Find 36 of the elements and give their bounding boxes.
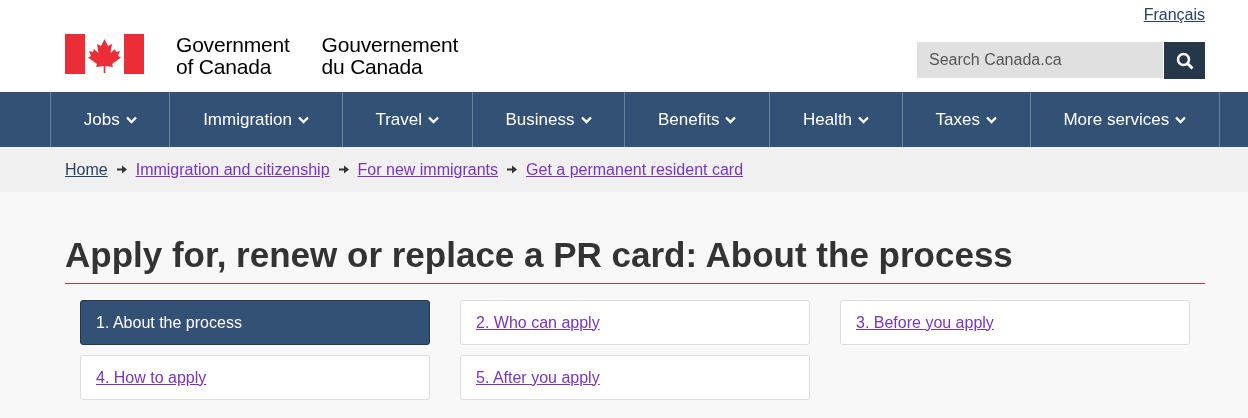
wordmark-french: Gouvernement du Canada [321, 34, 459, 78]
caret-icon [580, 115, 592, 124]
menu-label: Taxes [935, 109, 980, 130]
search-icon [1175, 51, 1194, 70]
step-link[interactable]: 1. About the process [80, 300, 430, 345]
caret-icon [297, 115, 309, 124]
search-field[interactable]: Search Canada.ca [917, 42, 1163, 78]
step-link[interactable]: 3. Before you apply [840, 300, 1190, 345]
page-title: Apply for, renew or replace a PR card: About the process [65, 235, 1205, 284]
menu-label: Benefits [658, 109, 720, 130]
arrow-icon [507, 165, 518, 174]
menu-label: Health [802, 109, 853, 130]
breadcrumb-link[interactable]: Get a permanent resident card [526, 160, 744, 179]
menu-label: Jobs [83, 109, 120, 130]
menu-label: Immigration [203, 109, 292, 130]
step-link[interactable]: 5. After you apply [460, 355, 810, 400]
menu-label: More services [1063, 109, 1170, 130]
step-link[interactable]: 4. How to apply [80, 355, 430, 400]
arrow-icon [338, 165, 349, 174]
breadcrumb-link[interactable]: Immigration and citizenship [135, 160, 330, 179]
caret-icon [125, 115, 137, 124]
breadcrumb-link[interactable]: For new immigrants [357, 160, 499, 179]
search-button[interactable] [1164, 42, 1205, 79]
caret-icon [1175, 115, 1187, 124]
breadcrumb-link[interactable]: Home [65, 160, 108, 179]
step-link[interactable]: 2. Who can apply [460, 300, 810, 345]
caret-icon [858, 115, 870, 124]
language-link[interactable]: Français [1143, 6, 1205, 24]
menu-label: Business [505, 109, 575, 130]
flag-icon [65, 34, 144, 74]
caret-icon [725, 115, 737, 124]
caret-icon [428, 115, 440, 124]
caret-icon [985, 115, 997, 124]
arrow-icon [116, 165, 127, 174]
wordmark-english: Government of Canada [176, 34, 290, 78]
menu-label: Travel [375, 109, 423, 130]
